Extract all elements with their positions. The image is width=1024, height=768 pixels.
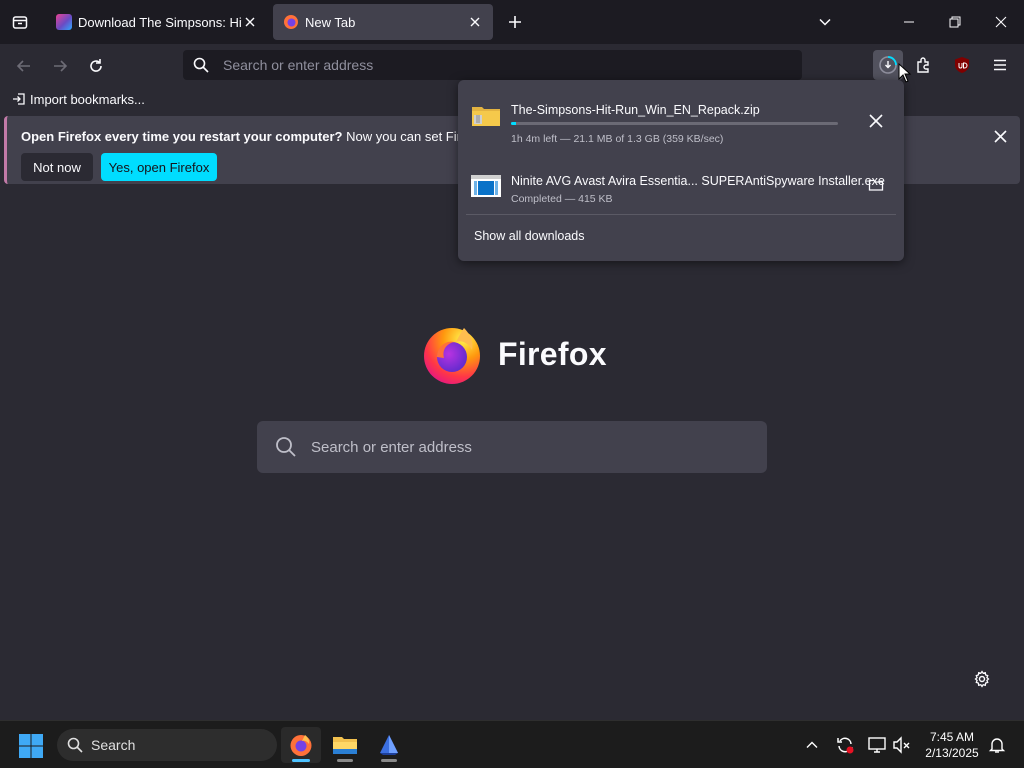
minimize-icon (904, 21, 914, 23)
minimize-button[interactable] (886, 0, 932, 44)
download-status: Completed — 415 KB (511, 193, 613, 205)
newtab-search-box[interactable]: Search or enter address (257, 421, 767, 473)
volume-muted-icon (893, 736, 910, 754)
zip-folder-icon (472, 107, 500, 126)
back-button[interactable] (10, 52, 38, 80)
taskbar-pinned-app[interactable] (369, 727, 409, 763)
taskbar-search-label: Search (91, 737, 136, 753)
url-bar[interactable]: Search or enter address (183, 50, 802, 80)
search-icon (276, 437, 296, 457)
taskbar-file-explorer[interactable] (325, 727, 365, 763)
close-tab-icon[interactable] (242, 14, 258, 30)
active-indicator (292, 759, 310, 762)
clock-time: 7:45 AM (929, 730, 975, 744)
ublock-origin-button[interactable] (947, 50, 977, 80)
firefox-logo-icon (424, 328, 480, 384)
import-bookmarks-link[interactable]: Import bookmarks... (12, 92, 145, 107)
tab-new-tab[interactable]: New Tab (273, 4, 493, 40)
firefox-app-icon (290, 735, 312, 756)
import-bookmarks-label: Import bookmarks... (30, 91, 145, 107)
tab-strip: Download The Simpsons: Hit & Run New Tab (0, 0, 1024, 44)
close-icon (869, 114, 883, 128)
download-filename: The-Simpsons-Hit-Run_Win_EN_Repack.zip (511, 103, 760, 117)
restore-icon (949, 16, 961, 28)
ublock-shield-icon (955, 57, 969, 73)
system-clock[interactable]: 7:45 AM 2/13/2025 (918, 729, 986, 761)
close-notification-button[interactable] (990, 126, 1010, 146)
app-menu-button[interactable] (985, 50, 1015, 80)
taskbar-search-box[interactable]: Search (57, 729, 277, 761)
taskbar-firefox[interactable] (281, 727, 321, 763)
folder-icon (868, 179, 884, 191)
search-icon (193, 57, 209, 73)
plus-icon (509, 16, 521, 28)
forward-arrow-icon (54, 60, 68, 72)
close-icon (995, 16, 1007, 28)
close-tab-icon[interactable] (467, 14, 483, 30)
tray-volume[interactable] (891, 734, 913, 756)
show-in-folder-button[interactable] (864, 173, 888, 197)
tab-title: Download The Simpsons: Hit & Run (78, 14, 242, 30)
extensions-button[interactable] (909, 50, 939, 80)
download-status: 1h 4m left — 21.1 MB of 1.3 GB (359 KB/s… (511, 133, 724, 145)
search-icon (67, 737, 83, 753)
reload-button[interactable] (82, 52, 110, 80)
firefox-wordmark: Firefox (498, 335, 607, 372)
firefox-view-icon (12, 16, 28, 29)
close-window-button[interactable] (978, 0, 1024, 44)
site-favicon-icon (56, 14, 72, 30)
windows-taskbar: Search 7:45 AM 2/13/2025 (0, 720, 1024, 768)
download-progress-bar (511, 122, 838, 125)
exe-file-icon (471, 175, 501, 197)
chevron-up-icon (806, 741, 818, 748)
running-indicator (381, 759, 397, 762)
firefox-logo: Firefox (420, 322, 607, 386)
notification-message: Open Firefox every time you restart your… (21, 129, 500, 144)
show-all-downloads-link[interactable]: Show all downloads (474, 229, 585, 243)
newtab-settings-button[interactable] (971, 668, 993, 690)
tab-title: New Tab (305, 14, 356, 30)
firefox-favicon-icon (283, 14, 299, 30)
firefox-view-button[interactable] (0, 0, 40, 44)
clock-date: 2/13/2025 (925, 746, 979, 760)
gear-icon (974, 670, 990, 688)
panel-divider (466, 214, 896, 215)
url-bar-placeholder: Search or enter address (223, 57, 374, 73)
forward-button[interactable] (46, 52, 74, 80)
show-hidden-icons-button[interactable] (801, 734, 823, 756)
bell-icon (988, 738, 1006, 753)
sync-icon (837, 737, 854, 754)
download-filename: Ninite AVG Avast Avira Essentia... SUPER… (511, 174, 885, 188)
close-icon (993, 129, 1007, 143)
yes-open-firefox-button[interactable]: Yes, open Firefox (101, 153, 217, 181)
download-item[interactable]: Ninite AVG Avast Avira Essentia... SUPER… (458, 156, 904, 218)
cancel-download-button[interactable] (864, 109, 888, 133)
running-indicator (337, 759, 353, 762)
newtab-search-placeholder: Search or enter address (311, 438, 472, 456)
downloads-panel: The-Simpsons-Hit-Run_Win_EN_Repack.zip 1… (458, 80, 904, 261)
notification-message-bold: Open Firefox every time you restart your… (21, 129, 343, 144)
hamburger-menu-icon (994, 59, 1006, 71)
tab-simpsons-download[interactable]: Download The Simpsons: Hit & Run (46, 4, 268, 40)
not-now-button[interactable]: Not now (21, 153, 93, 181)
tray-sync-app[interactable] (834, 734, 856, 756)
list-all-tabs-button[interactable] (813, 10, 837, 34)
notifications-button[interactable] (986, 734, 1008, 756)
chevron-down-icon (819, 18, 831, 26)
new-tab-button[interactable] (503, 10, 527, 34)
reload-icon (90, 59, 102, 72)
network-icon (868, 737, 886, 753)
puzzle-piece-icon (917, 57, 929, 73)
download-progress-icon (879, 56, 897, 74)
back-arrow-icon (16, 60, 30, 72)
windows-start-icon[interactable] (18, 733, 44, 759)
file-explorer-icon (333, 737, 357, 754)
sail-app-icon (380, 735, 398, 755)
import-icon (13, 93, 25, 105)
download-item[interactable]: The-Simpsons-Hit-Run_Win_EN_Repack.zip 1… (458, 85, 904, 147)
tray-network[interactable] (866, 734, 888, 756)
restore-button[interactable] (932, 0, 978, 44)
download-progress-fill (511, 122, 517, 125)
